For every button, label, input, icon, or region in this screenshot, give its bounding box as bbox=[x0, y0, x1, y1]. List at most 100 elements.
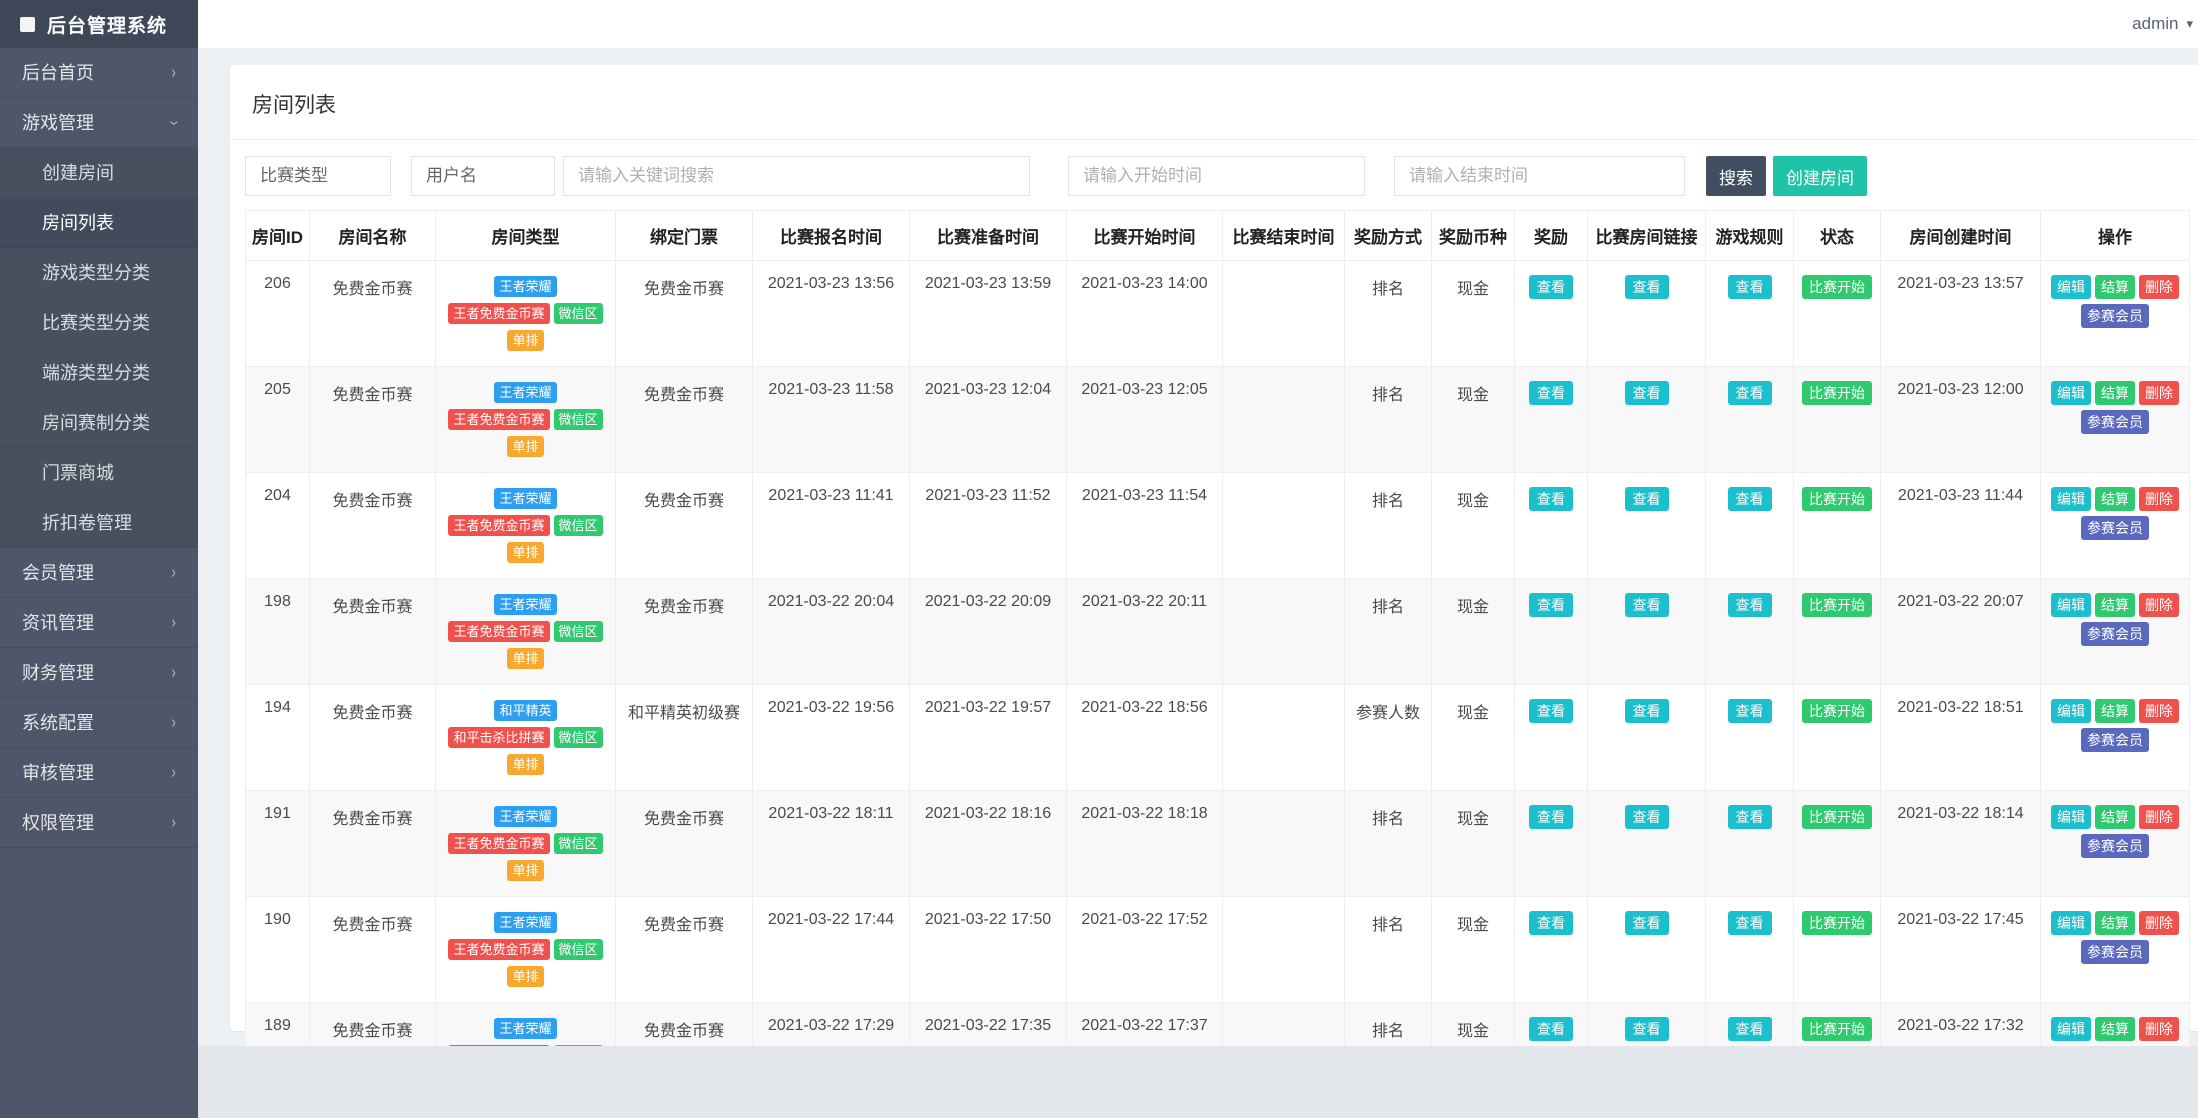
start-time-input[interactable] bbox=[1068, 156, 1365, 196]
sidebar-item-7[interactable]: 审核管理 › bbox=[0, 748, 198, 798]
sidebar-item-1[interactable]: 后台首页 › bbox=[0, 48, 198, 98]
edit-button[interactable]: 编辑 bbox=[2051, 275, 2091, 299]
sidebar-subitem-8[interactable]: 折扣卷管理 bbox=[0, 498, 198, 548]
view-link-button[interactable]: 查看 bbox=[1624, 805, 1669, 829]
members-button[interactable]: 参赛会员 bbox=[2081, 410, 2149, 434]
settle-button[interactable]: 结算 bbox=[2095, 1017, 2135, 1041]
cell-currency: 现金 bbox=[1431, 684, 1515, 791]
sidebar-subitem-2[interactable]: 房间列表 bbox=[0, 198, 198, 248]
view-link-button[interactable]: 查看 bbox=[1624, 487, 1669, 511]
view-link-button[interactable]: 查看 bbox=[1624, 275, 1669, 299]
sidebar-item-6[interactable]: 系统配置 › bbox=[0, 698, 198, 748]
settle-button[interactable]: 结算 bbox=[2095, 593, 2135, 617]
room-type-tag: 单排 bbox=[507, 648, 544, 669]
cell-created-time: 2021-03-22 18:51 bbox=[1880, 684, 2041, 791]
cell-ticket: 免费金币赛 bbox=[615, 578, 753, 685]
view-rules-button[interactable]: 查看 bbox=[1727, 805, 1772, 829]
view-rules-button[interactable]: 查看 bbox=[1727, 699, 1772, 723]
delete-button[interactable]: 删除 bbox=[2139, 275, 2179, 299]
delete-button[interactable]: 删除 bbox=[2139, 381, 2179, 405]
view-reward-button[interactable]: 查看 bbox=[1529, 381, 1573, 405]
column-header: 比赛准备时间 bbox=[909, 210, 1067, 261]
room-type-tag: 王者荣耀 bbox=[494, 382, 557, 403]
user-menu[interactable]: admin ▾ bbox=[2132, 14, 2193, 34]
members-button[interactable]: 参赛会员 bbox=[2081, 834, 2149, 858]
view-reward-button[interactable]: 查看 bbox=[1529, 911, 1573, 935]
view-link-button[interactable]: 查看 bbox=[1624, 911, 1669, 935]
settle-button[interactable]: 结算 bbox=[2095, 275, 2135, 299]
room-type-tag: 和平击杀比拼赛 bbox=[448, 727, 550, 748]
sidebar-item-5[interactable]: 财务管理 › bbox=[0, 648, 198, 698]
sidebar-subitem-7[interactable]: 门票商城 bbox=[0, 448, 198, 498]
room-type-tag: 王者荣耀 bbox=[494, 1018, 557, 1039]
chevron-right-icon: › bbox=[171, 612, 176, 632]
table-row: 191 免费金币赛 王者荣耀王者免费金币赛 微信区单排 免费金币赛 2021-03-22 … bbox=[245, 790, 2190, 897]
view-rules-button[interactable]: 查看 bbox=[1727, 275, 1772, 299]
sidebar-item-2[interactable]: 游戏管理 › bbox=[0, 98, 198, 148]
search-button[interactable]: 搜索 bbox=[1706, 156, 1766, 196]
settle-button[interactable]: 结算 bbox=[2095, 487, 2135, 511]
sidebar-item-4[interactable]: 资讯管理 › bbox=[0, 598, 198, 648]
sidebar-subitem-3[interactable]: 游戏类型分类 bbox=[0, 248, 198, 298]
view-rules-button[interactable]: 查看 bbox=[1727, 593, 1772, 617]
edit-button[interactable]: 编辑 bbox=[2051, 381, 2091, 405]
delete-button[interactable]: 删除 bbox=[2139, 699, 2179, 723]
cell-room-link: 查看 bbox=[1587, 684, 1706, 791]
column-header: 房间创建时间 bbox=[1880, 210, 2041, 261]
username-select[interactable]: 用户名 bbox=[411, 156, 555, 196]
view-rules-button[interactable]: 查看 bbox=[1727, 487, 1772, 511]
view-reward-button[interactable]: 查看 bbox=[1529, 487, 1573, 511]
settle-button[interactable]: 结算 bbox=[2095, 805, 2135, 829]
cell-reward-method: 参赛人数 bbox=[1344, 684, 1432, 791]
view-link-button[interactable]: 查看 bbox=[1624, 593, 1669, 617]
table-row: 198 免费金币赛 王者荣耀王者免费金币赛 微信区单排 免费金币赛 2021-03-22 … bbox=[245, 578, 2190, 685]
sidebar-item-3[interactable]: 会员管理 › bbox=[0, 548, 198, 598]
delete-button[interactable]: 删除 bbox=[2139, 593, 2179, 617]
end-time-input[interactable] bbox=[1394, 156, 1685, 196]
view-reward-button[interactable]: 查看 bbox=[1529, 699, 1573, 723]
edit-button[interactable]: 编辑 bbox=[2051, 593, 2091, 617]
members-button[interactable]: 参赛会员 bbox=[2081, 516, 2149, 540]
view-link-button[interactable]: 查看 bbox=[1624, 381, 1669, 405]
edit-button[interactable]: 编辑 bbox=[2051, 699, 2091, 723]
cell-status: 比赛开始 bbox=[1793, 260, 1881, 367]
sidebar-subitem-5[interactable]: 端游类型分类 bbox=[0, 348, 198, 398]
sidebar-subitem-4[interactable]: 比赛类型分类 bbox=[0, 298, 198, 348]
edit-button[interactable]: 编辑 bbox=[2051, 1017, 2091, 1041]
delete-button[interactable]: 删除 bbox=[2139, 487, 2179, 511]
members-button[interactable]: 参赛会员 bbox=[2081, 304, 2149, 328]
delete-button[interactable]: 删除 bbox=[2139, 1017, 2179, 1041]
edit-button[interactable]: 编辑 bbox=[2051, 805, 2091, 829]
edit-button[interactable]: 编辑 bbox=[2051, 487, 2091, 511]
view-rules-button[interactable]: 查看 bbox=[1727, 911, 1772, 935]
settle-button[interactable]: 结算 bbox=[2095, 381, 2135, 405]
view-reward-button[interactable]: 查看 bbox=[1529, 1017, 1573, 1041]
view-reward-button[interactable]: 查看 bbox=[1529, 593, 1573, 617]
room-type-tag: 王者免费金币赛 bbox=[448, 303, 550, 324]
create-room-button[interactable]: 创建房间 bbox=[1773, 156, 1867, 196]
delete-button[interactable]: 删除 bbox=[2139, 911, 2179, 935]
members-button[interactable]: 参赛会员 bbox=[2081, 622, 2149, 646]
members-button[interactable]: 参赛会员 bbox=[2081, 940, 2149, 964]
view-reward-button[interactable]: 查看 bbox=[1529, 805, 1573, 829]
delete-button[interactable]: 删除 bbox=[2139, 805, 2179, 829]
cell-ticket: 免费金币赛 bbox=[615, 896, 753, 1003]
match-type-select-value: 比赛类型 bbox=[260, 166, 328, 185]
view-rules-button[interactable]: 查看 bbox=[1727, 1017, 1772, 1041]
match-type-select[interactable]: 比赛类型 bbox=[245, 156, 391, 196]
sidebar-subitem-6[interactable]: 房间赛制分类 bbox=[0, 398, 198, 448]
sidebar-subitem-1[interactable]: 创建房间 bbox=[0, 148, 198, 198]
view-rules-button[interactable]: 查看 bbox=[1727, 381, 1772, 405]
view-link-button[interactable]: 查看 bbox=[1624, 1017, 1669, 1041]
view-reward-button[interactable]: 查看 bbox=[1529, 275, 1573, 299]
members-button[interactable]: 参赛会员 bbox=[2081, 728, 2149, 752]
column-header: 房间ID bbox=[245, 210, 310, 261]
edit-button[interactable]: 编辑 bbox=[2051, 911, 2091, 935]
settle-button[interactable]: 结算 bbox=[2095, 911, 2135, 935]
view-link-button[interactable]: 查看 bbox=[1624, 699, 1669, 723]
settle-button[interactable]: 结算 bbox=[2095, 699, 2135, 723]
sidebar-item-8[interactable]: 权限管理 › bbox=[0, 798, 198, 848]
cell-room-name: 免费金币赛 bbox=[309, 366, 436, 473]
room-type-tag: 微信区 bbox=[553, 303, 603, 324]
keyword-input[interactable] bbox=[563, 156, 1030, 196]
